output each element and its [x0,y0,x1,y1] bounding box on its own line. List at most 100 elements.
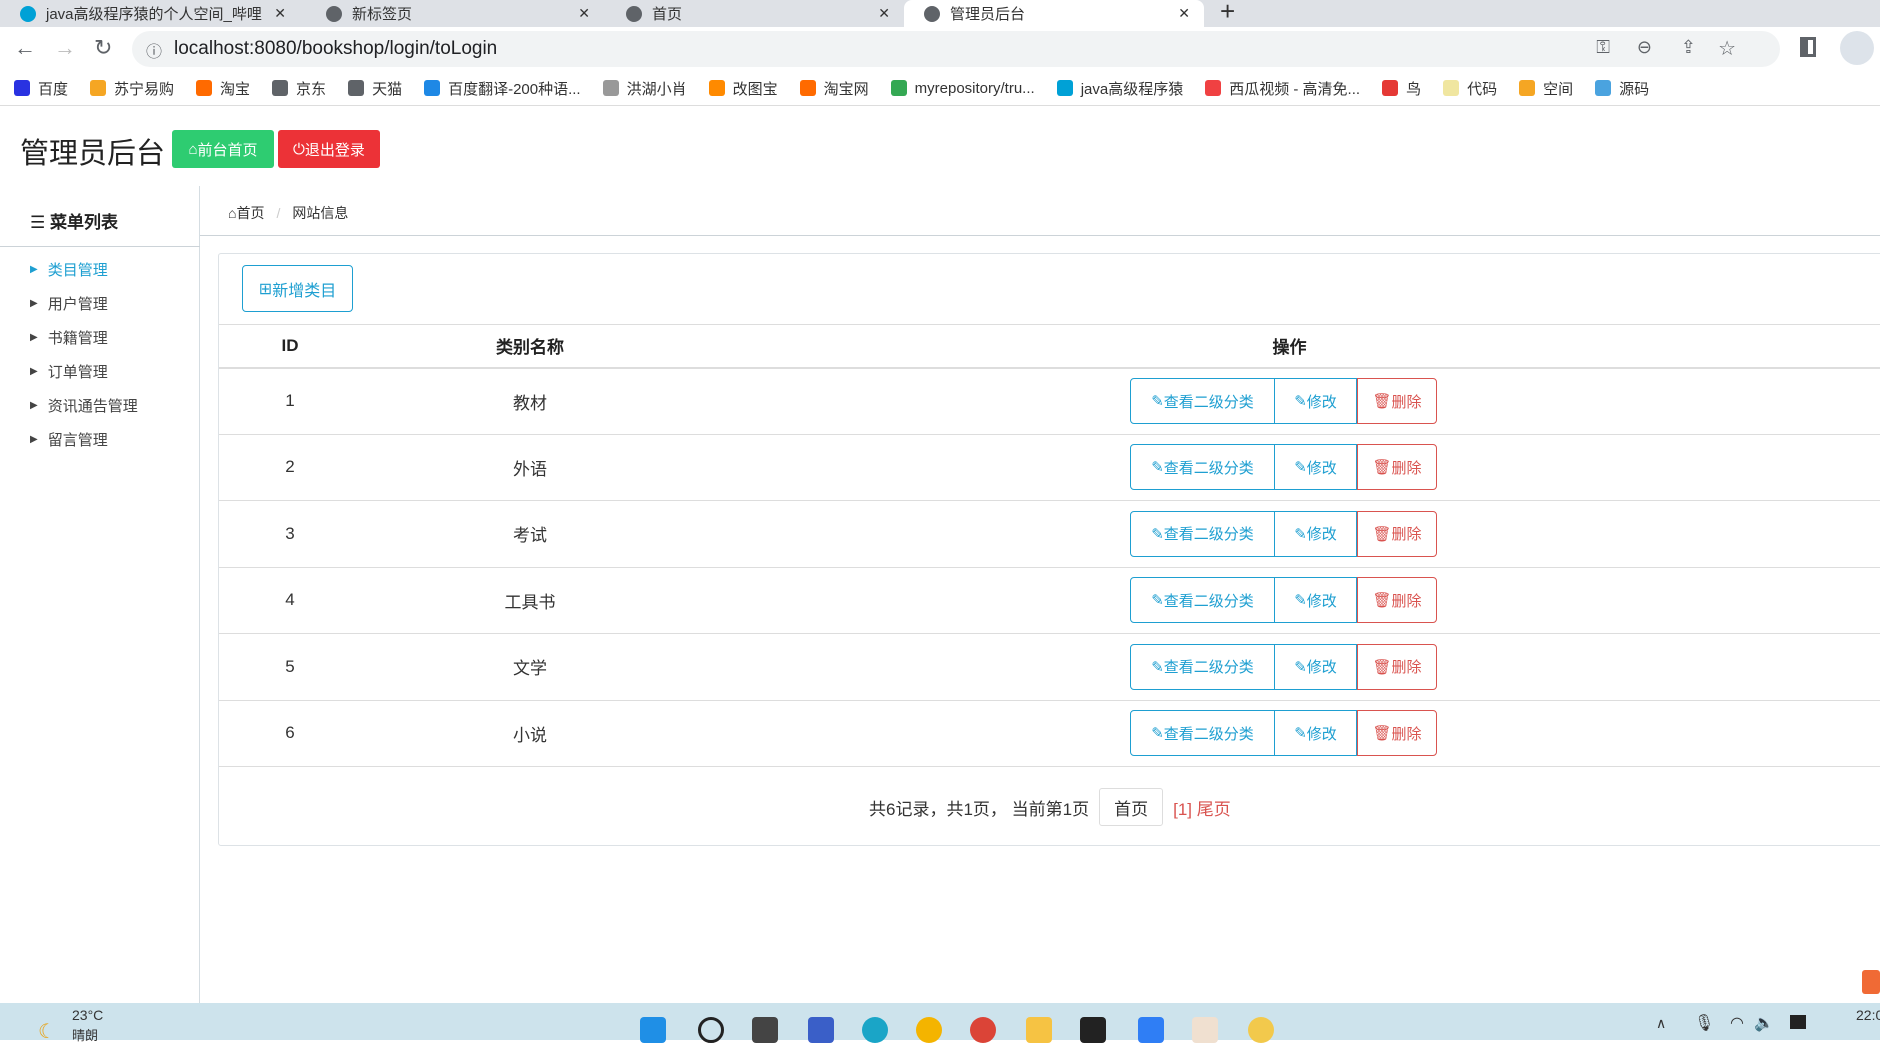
button-label: 查看二级分类 [1163,526,1254,544]
button-label: 修改 [1306,659,1337,677]
edit-icon: ✎ [1151,592,1164,610]
app-icon[interactable] [1248,1017,1274,1043]
button-label: 修改 [1306,592,1337,610]
volume-icon[interactable]: 🔈 [1754,1013,1774,1033]
app-icon[interactable] [808,1017,834,1043]
bookmark-item[interactable]: 淘宝网 [799,78,869,99]
view-subcategory-button[interactable]: ✎ 查看二级分类 [1130,510,1275,557]
url-input[interactable]: ⓘ localhost:8080/bookshop/login/toLogin ⚿… [132,31,1780,67]
bookmark-item[interactable]: 改图宝 [708,78,778,99]
info-icon: ⓘ [146,44,163,61]
bookmark-item[interactable]: 京东 [272,78,326,99]
table-header-row: ID 类别名称 操作 [219,324,1880,369]
bookmark-item[interactable]: 苏宁易购 [90,78,174,99]
add-category-button[interactable]: ⊞ 新增类目 [242,265,353,312]
delete-button[interactable]: 🗑 删除 [1357,444,1437,491]
delete-button[interactable]: 🗑 删除 [1357,643,1437,690]
bookmark-item[interactable]: 百度翻译-200种语... [424,78,581,99]
bookmark-favicon-icon [1443,80,1460,96]
new-tab-icon[interactable]: + [1220,0,1235,27]
sidebar-item-users[interactable]: ▶ 用户管理 [30,293,108,314]
edit-button[interactable]: ✎ 修改 [1275,510,1357,557]
last-page-link[interactable]: 尾页 [1197,800,1231,819]
forward-icon[interactable]: → [54,35,76,61]
folder-icon[interactable] [1026,1017,1052,1043]
bookmark-item[interactable]: 洪湖小肖 [602,78,687,99]
weather-text: 晴朗 [72,1028,99,1043]
edit-button[interactable]: ✎ 修改 [1275,710,1357,757]
microphone-icon[interactable]: 🎙 [1694,1013,1714,1033]
globe-icon [326,5,342,22]
floating-widget-icon[interactable] [1862,970,1880,994]
profile-avatar-icon[interactable] [1840,31,1874,65]
delete-button[interactable]: 🗑 删除 [1357,510,1437,557]
browser-tab[interactable]: 首页 ✕ [606,0,904,27]
close-tab-icon[interactable]: ✕ [1178,5,1190,22]
reload-icon[interactable]: ↻ [94,35,112,61]
view-subcategory-button[interactable]: ✎ 查看二级分类 [1130,643,1275,690]
star-icon[interactable]: ☆ [1718,36,1736,61]
delete-button[interactable]: 🗑 删除 [1357,577,1437,624]
bookmark-item[interactable]: 淘宝 [196,78,250,99]
delete-button[interactable]: 🗑 删除 [1357,710,1437,757]
view-subcategory-button[interactable]: ✎ 查看二级分类 [1130,710,1275,757]
edit-button[interactable]: ✎ 修改 [1275,444,1357,491]
bookmark-label: 苏宁易购 [114,80,175,98]
key-icon[interactable]: ⚿ [1596,37,1610,58]
delete-button[interactable]: 🗑 删除 [1357,378,1437,424]
browser-tab-active[interactable]: 管理员后台 ✕ [904,0,1204,27]
view-subcategory-button[interactable]: ✎ 查看二级分类 [1130,444,1275,491]
close-tab-icon[interactable]: ✕ [578,5,590,22]
ie-icon[interactable] [916,1017,942,1043]
bookmark-item[interactable]: 空间 [1519,78,1573,99]
edit-icon: ✎ [1151,725,1164,743]
bookmark-item[interactable]: 西瓜视频 - 高清免... [1205,78,1360,99]
browser-tab[interactable]: 新标签页 ✕ [306,0,604,27]
bookmark-item[interactable]: java高级程序猿 [1056,78,1183,99]
edit-button[interactable]: ✎ 修改 [1275,378,1357,424]
edge-icon[interactable] [862,1017,888,1043]
sidebar-item-news[interactable]: ▶ 资讯通告管理 [30,395,138,416]
app-icon[interactable] [1138,1017,1164,1043]
zoom-icon[interactable]: ⊖ [1637,37,1652,58]
bookmark-item[interactable]: 天猫 [348,78,402,99]
app-icon[interactable] [1192,1017,1218,1043]
browser-tab[interactable]: java高级程序猿的个人空间_哔哩 ✕ [0,0,300,27]
edit-button[interactable]: ✎ 修改 [1275,643,1357,690]
bookmark-item[interactable]: 鸟 [1382,78,1421,99]
back-icon[interactable]: ← [14,35,36,61]
breadcrumb-home[interactable]: 首页 [236,205,264,221]
sidebar-item-books[interactable]: ▶ 书籍管理 [30,327,108,348]
view-subcategory-button[interactable]: ✎ 查看二级分类 [1130,378,1275,424]
sidebar-item-category[interactable]: ▶ 类目管理 [30,259,108,280]
intellij-icon[interactable] [1080,1017,1106,1043]
task-view-icon[interactable] [752,1017,778,1043]
edit-button[interactable]: ✎ 修改 [1275,577,1357,624]
close-tab-icon[interactable]: ✕ [878,5,890,22]
start-icon[interactable] [640,1017,666,1043]
sidebar-item-orders[interactable]: ▶ 订单管理 [30,361,108,382]
search-icon[interactable] [698,1017,724,1043]
view-subcategory-button[interactable]: ✎ 查看二级分类 [1130,577,1275,624]
sidebar-item-label: 资讯通告管理 [47,398,138,415]
wifi-icon[interactable]: ◠ [1730,1013,1744,1033]
battery-icon[interactable] [1790,1015,1806,1029]
chrome-icon[interactable] [970,1017,996,1043]
bookmark-item[interactable]: 百度 [14,78,68,99]
bookmark-item[interactable]: 代码 [1443,78,1497,99]
sidebar-item-messages[interactable]: ▶ 留言管理 [30,429,108,450]
close-tab-icon[interactable]: ✕ [274,5,286,22]
clock[interactable]: 22:0 [1856,1007,1880,1023]
share-icon[interactable]: ⇪ [1681,37,1696,58]
front-home-button[interactable]: ⌂ 前台首页 [172,130,274,168]
caret-right-icon: ▶ [30,332,38,343]
chevron-up-icon[interactable]: ∧ [1656,1015,1666,1032]
current-page-link[interactable]: [1] [1173,800,1192,819]
bookmark-item[interactable]: myrepository/tru... [890,80,1035,97]
side-panel-icon[interactable] [1800,37,1816,57]
weather-temperature: 23°C [72,1007,104,1023]
first-page-button[interactable]: 首页 [1099,788,1164,826]
bookmark-label: 百度 [38,80,69,98]
bookmark-item[interactable]: 源码 [1595,78,1649,99]
logout-button[interactable]: ⏻ 退出登录 [278,130,380,168]
